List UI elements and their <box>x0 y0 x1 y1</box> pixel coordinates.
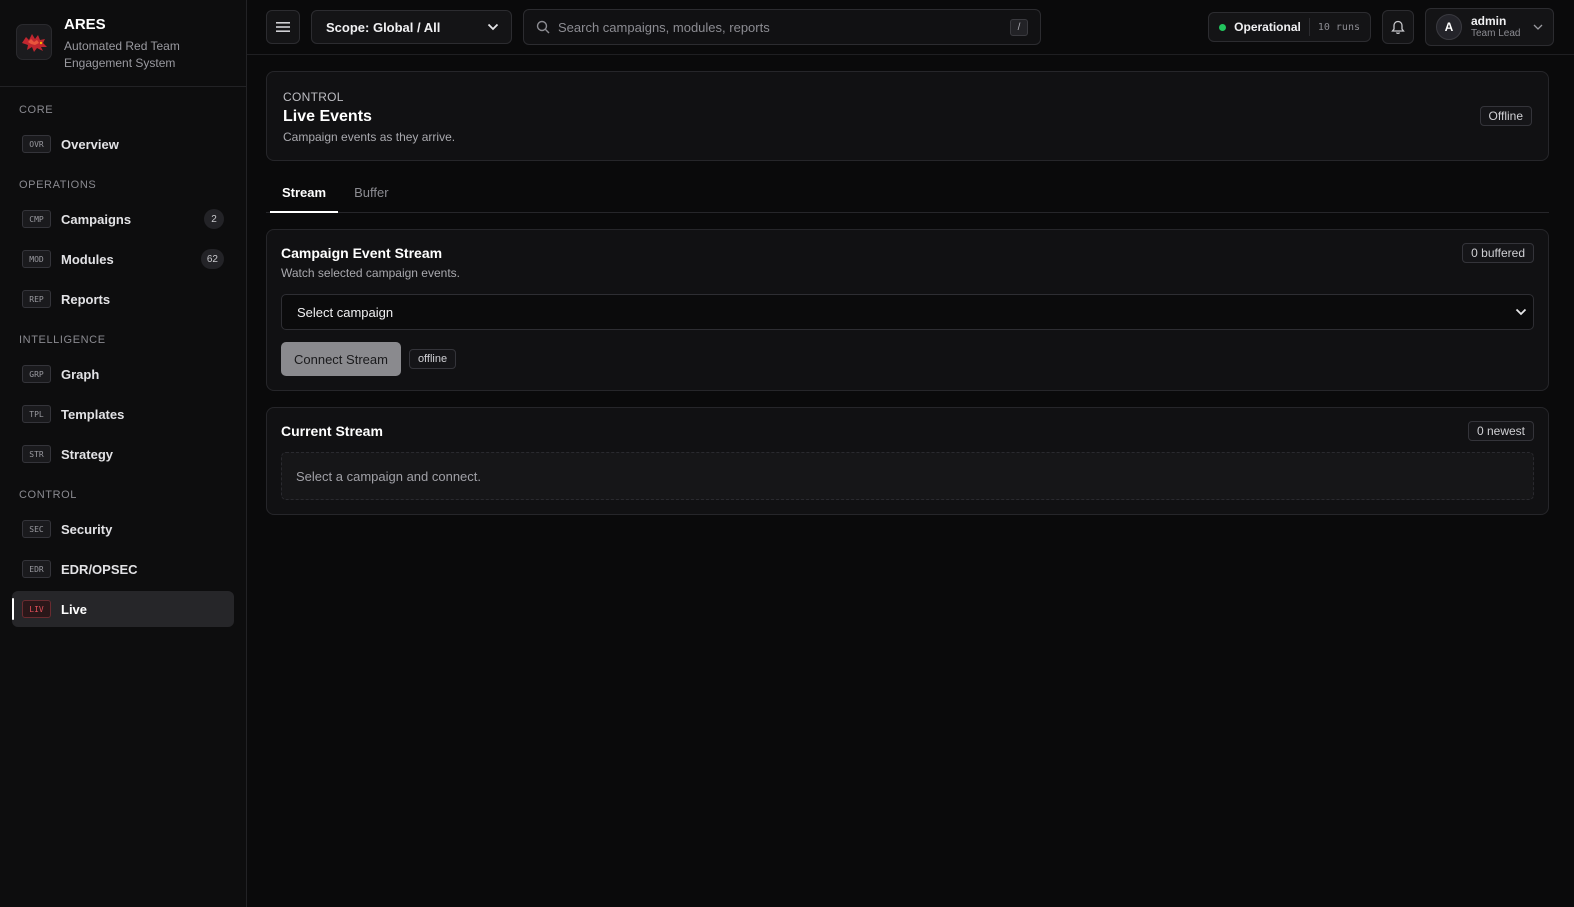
scope-selector[interactable]: Scope: Global / All <box>311 10 512 44</box>
status-dot <box>1219 23 1227 31</box>
sidebar-item-graph[interactable]: GRP Graph <box>12 356 234 392</box>
chevron-down-icon <box>1515 308 1527 316</box>
page-content: CONTROL Live Events Campaign events as t… <box>247 55 1574 515</box>
nav-code-badge: OVR <box>22 135 51 153</box>
app-name: ARES <box>64 16 106 33</box>
status-label: Operational <box>1234 20 1301 34</box>
nav-code-badge: LIV <box>22 600 51 618</box>
app-subtitle-line2: Engagement System <box>64 56 176 70</box>
nav-code-badge: STR <box>22 445 51 463</box>
notifications-button[interactable] <box>1382 10 1414 44</box>
brand: ARES Automated Red Team Engagement Syste… <box>0 0 246 87</box>
sidebar-nav: CORE OVR Overview OPERATIONS CMP Campaig… <box>0 87 246 627</box>
campaign-select[interactable]: Select campaign <box>281 294 1534 330</box>
scope-label: Scope: Global / All <box>326 19 441 35</box>
global-search[interactable]: / <box>523 9 1041 45</box>
sidebar-item-label: Templates <box>61 406 125 422</box>
menu-toggle-button[interactable] <box>266 10 300 44</box>
sidebar-item-security[interactable]: SEC Security <box>12 511 234 547</box>
sidebar-item-label: Reports <box>61 291 111 307</box>
connect-stream-button[interactable]: Connect Stream <box>281 342 401 376</box>
sidebar-item-edr-opsec[interactable]: EDR EDR/OPSEC <box>12 551 234 587</box>
tab-buffer[interactable]: Buffer <box>342 173 400 212</box>
current-stream-card: Current Stream 0 newest Select a campaig… <box>266 407 1549 515</box>
tab-bar: Stream Buffer <box>266 173 1549 213</box>
tab-stream[interactable]: Stream <box>270 173 339 213</box>
hamburger-icon <box>276 22 290 32</box>
nav-code-badge: GRP <box>22 365 51 383</box>
topbar: Scope: Global / All / Operational 10 run… <box>247 0 1574 55</box>
page-header: CONTROL Live Events Campaign events as t… <box>266 71 1549 161</box>
runs-count: 10 runs <box>1317 21 1360 33</box>
status-divider <box>1308 18 1310 36</box>
sidebar-item-label: Strategy <box>61 446 114 462</box>
newest-count-badge: 0 newest <box>1467 421 1534 441</box>
dragon-logo-icon <box>22 34 47 52</box>
user-role: Team Lead <box>1471 27 1521 39</box>
sidebar-item-label: Overview <box>61 136 119 152</box>
card-title: Campaign Event Stream <box>281 245 443 261</box>
modules-count-badge: 62 <box>200 249 224 269</box>
nav-section-core: CORE <box>19 104 54 116</box>
nav-code-badge: REP <box>22 290 51 308</box>
page-title: Live Events <box>283 108 372 125</box>
sidebar-item-campaigns[interactable]: CMP Campaigns 2 <box>12 201 234 237</box>
app-subtitle-line1: Automated Red Team <box>64 39 180 53</box>
page-eyebrow: CONTROL <box>283 90 344 104</box>
sidebar-item-overview[interactable]: OVR Overview <box>12 126 234 162</box>
nav-section-control: CONTROL <box>19 489 77 501</box>
main-area: Scope: Global / All / Operational 10 run… <box>247 0 1574 907</box>
nav-code-badge: EDR <box>22 560 51 578</box>
chevron-down-icon <box>1533 24 1543 30</box>
nav-section-operations: OPERATIONS <box>19 179 97 191</box>
card-description: Watch selected campaign events. <box>281 266 460 280</box>
connection-state-badge: offline <box>408 349 457 369</box>
avatar: A <box>1436 14 1462 40</box>
nav-section-intelligence: INTELLIGENCE <box>19 334 106 346</box>
campaigns-count-badge: 2 <box>204 209 224 229</box>
app-root: ARES Automated Red Team Engagement Syste… <box>0 0 1574 907</box>
user-name: admin <box>1471 13 1507 28</box>
ares-logo <box>16 24 52 60</box>
campaign-event-stream-card: Campaign Event Stream Watch selected cam… <box>266 229 1549 391</box>
sidebar-item-label: Live <box>61 601 88 617</box>
search-input[interactable] <box>558 19 1002 35</box>
stream-actions: Connect Stream offline <box>281 342 1534 376</box>
sidebar-item-live[interactable]: LIV Live <box>12 591 234 627</box>
empty-state-message: Select a campaign and connect. <box>281 452 1534 500</box>
bell-icon <box>1391 20 1405 34</box>
sidebar-item-label: Security <box>61 521 113 537</box>
search-icon <box>536 20 550 34</box>
nav-code-badge: MOD <box>22 250 51 268</box>
card-title: Current Stream <box>281 423 383 439</box>
buffered-count-badge: 0 buffered <box>1462 243 1534 263</box>
sidebar-item-label: Modules <box>61 251 114 267</box>
nav-code-badge: SEC <box>22 520 51 538</box>
sidebar-item-modules[interactable]: MOD Modules 62 <box>12 241 234 277</box>
sidebar-item-strategy[interactable]: STR Strategy <box>12 436 234 472</box>
sidebar: ARES Automated Red Team Engagement Syste… <box>0 0 247 907</box>
system-status: Operational 10 runs <box>1208 12 1371 42</box>
page-description: Campaign events as they arrive. <box>283 130 456 144</box>
sidebar-item-reports[interactable]: REP Reports <box>12 281 234 317</box>
nav-code-badge: CMP <box>22 210 51 228</box>
sidebar-item-label: Campaigns <box>61 211 132 227</box>
search-shortcut-key: / <box>1010 18 1028 36</box>
chevron-down-icon <box>487 23 499 31</box>
sidebar-item-templates[interactable]: TPL Templates <box>12 396 234 432</box>
sidebar-item-label: Graph <box>61 366 100 382</box>
user-menu[interactable]: A admin Team Lead <box>1425 8 1554 46</box>
campaign-select-value: Select campaign <box>297 304 394 320</box>
status-badge: Offline <box>1479 106 1532 126</box>
nav-code-badge: TPL <box>22 405 51 423</box>
sidebar-item-label: EDR/OPSEC <box>61 561 138 577</box>
